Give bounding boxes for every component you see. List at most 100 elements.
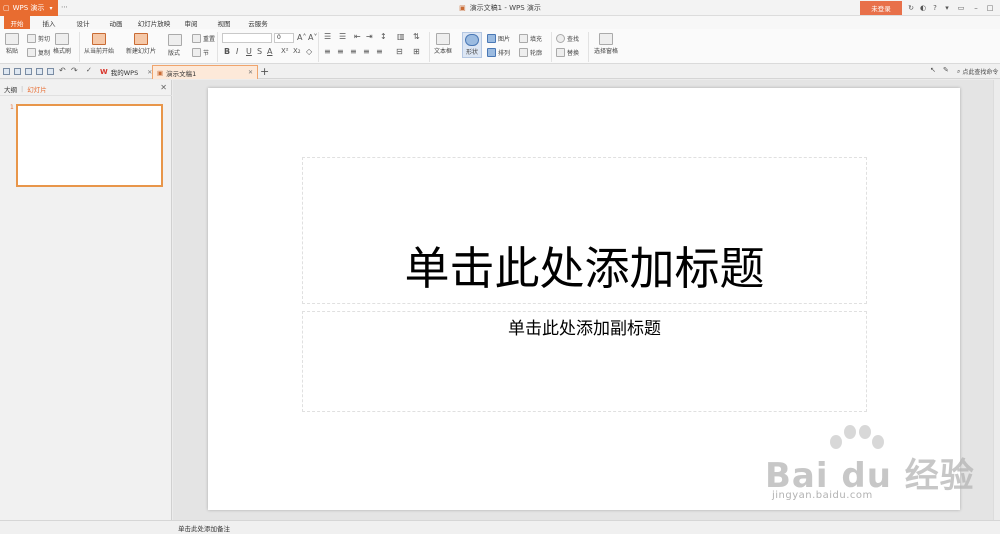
close-icon[interactable]: ✕ bbox=[248, 69, 253, 76]
tab-animation[interactable]: 动画 bbox=[103, 16, 129, 29]
clear-format-icon[interactable]: ◇ bbox=[306, 47, 312, 56]
outline-icon bbox=[519, 48, 528, 57]
tab-my-wps[interactable]: W 我的WPS ✕ bbox=[96, 65, 156, 79]
sync-icon[interactable]: ↻ bbox=[905, 0, 917, 16]
subscript-icon[interactable]: X₂ bbox=[293, 47, 301, 55]
dropdown-icon[interactable]: ▾ bbox=[941, 0, 953, 16]
superscript-icon[interactable]: X² bbox=[281, 47, 289, 55]
font-color-icon[interactable]: A bbox=[267, 47, 272, 56]
save-icon[interactable] bbox=[14, 68, 21, 75]
copy-icon bbox=[27, 48, 36, 57]
skin-icon[interactable]: ◐ bbox=[917, 0, 929, 16]
textbox-button[interactable]: 文本框 bbox=[434, 33, 452, 55]
pin-icon[interactable]: ✓ bbox=[86, 66, 92, 74]
command-search[interactable]: ⌕ 点此查找命令 bbox=[957, 67, 998, 77]
find-button[interactable]: 查找 bbox=[556, 34, 579, 43]
align-left-icon[interactable]: ≡ bbox=[324, 47, 331, 56]
distribute-icon[interactable]: ≡ bbox=[376, 47, 383, 56]
customize-icon[interactable]: ⋯ bbox=[61, 3, 68, 11]
maximize-icon[interactable]: □ bbox=[984, 0, 996, 16]
redo-icon[interactable]: ↷ bbox=[71, 66, 78, 75]
indent-decrease-icon[interactable]: ⇤ bbox=[354, 32, 361, 41]
font-family-select[interactable] bbox=[222, 33, 272, 43]
tab-my-wps-label: 我的WPS bbox=[110, 69, 139, 77]
undo-icon[interactable]: ↶ bbox=[59, 66, 66, 75]
increase-font-icon[interactable]: A˄ bbox=[297, 33, 306, 42]
tab-review[interactable]: 审阅 bbox=[178, 16, 204, 29]
italic-button[interactable]: I bbox=[236, 47, 238, 56]
decrease-font-icon[interactable]: A˅ bbox=[308, 33, 317, 42]
justify-icon[interactable]: ≡ bbox=[363, 47, 370, 56]
paste-button[interactable]: 粘贴 bbox=[5, 33, 19, 55]
tab-divider: | bbox=[21, 84, 24, 93]
new-tab-button[interactable]: + bbox=[260, 65, 269, 78]
picture-button[interactable]: 图片 bbox=[487, 34, 510, 43]
shape-button[interactable]: 形状 bbox=[462, 32, 482, 58]
from-current-button[interactable]: 从当前开始 bbox=[84, 33, 114, 55]
new-slide-button[interactable]: 新建幻灯片 bbox=[126, 33, 156, 55]
slide-canvas[interactable]: 单击此处添加标题 单击此处添加副标题 bbox=[208, 88, 960, 510]
tab-outline[interactable]: 大纲 bbox=[4, 84, 17, 94]
arrange-button[interactable]: 排列 bbox=[487, 48, 510, 57]
slide-thumbnail[interactable] bbox=[16, 104, 163, 187]
app-menu-button[interactable]: ▢ WPS 演示 ▾ bbox=[0, 0, 58, 16]
align-text-icon[interactable]: ⊟ bbox=[396, 47, 403, 56]
select-pane-button[interactable]: 选择窗格 bbox=[594, 33, 618, 55]
tab-view[interactable]: 视图 bbox=[211, 16, 237, 29]
align-right-icon[interactable]: ≡ bbox=[350, 47, 357, 56]
ribbon-toolbar: 粘贴 剪切 复制 格式刷 从当前开始 新建幻灯片 版式 重置 节 0 A˄ A˅… bbox=[0, 29, 1000, 64]
section-icon bbox=[192, 48, 201, 57]
close-icon[interactable]: ✕ bbox=[160, 83, 167, 92]
line-spacing-icon[interactable]: ↕ bbox=[380, 32, 387, 41]
format-painter-button[interactable]: 格式刷 bbox=[53, 33, 71, 55]
underline-button[interactable]: U bbox=[246, 47, 252, 56]
tab-cloud[interactable]: 云服务 bbox=[243, 16, 273, 29]
strikethrough-button[interactable]: S bbox=[257, 47, 262, 56]
title-placeholder[interactable]: 单击此处添加标题 bbox=[302, 157, 867, 304]
smartart-icon[interactable]: ⊞ bbox=[413, 47, 420, 56]
copy-button[interactable]: 复制 bbox=[27, 48, 50, 57]
login-button[interactable]: 未登录 bbox=[860, 1, 902, 15]
layout-icon-button[interactable] bbox=[168, 34, 182, 46]
reset-button[interactable]: 重置 bbox=[192, 34, 215, 43]
notes-placeholder[interactable]: 单击此处添加备注 bbox=[178, 523, 230, 533]
open-icon[interactable] bbox=[3, 68, 10, 75]
cut-button[interactable]: 剪切 bbox=[27, 34, 50, 43]
tab-slideshow[interactable]: 幻灯片放映 bbox=[134, 16, 174, 29]
cursor-icon[interactable]: ↖ bbox=[930, 66, 936, 74]
chevron-down-icon: ▾ bbox=[49, 4, 53, 12]
bold-button[interactable]: B bbox=[224, 47, 230, 56]
tab-insert[interactable]: 插入 bbox=[36, 16, 62, 29]
outline-button[interactable]: 轮廓 bbox=[519, 48, 542, 57]
settings-icon[interactable]: ✎ bbox=[943, 66, 949, 74]
outline-label: 轮廓 bbox=[530, 50, 543, 57]
restore-icon[interactable]: ▭ bbox=[955, 0, 967, 16]
textbox-label: 文本框 bbox=[434, 48, 453, 55]
columns-icon[interactable]: ▥ bbox=[397, 32, 405, 41]
tab-document[interactable]: ▣ 演示文稿1 ✕ bbox=[152, 65, 258, 79]
doc-icon: ▣ bbox=[459, 4, 466, 12]
section-button[interactable]: 节 bbox=[192, 48, 209, 57]
vertical-scrollbar[interactable] bbox=[993, 80, 1000, 520]
shape-icon bbox=[465, 34, 479, 46]
help-icon[interactable]: ? bbox=[929, 0, 941, 16]
indent-increase-icon[interactable]: ⇥ bbox=[366, 32, 373, 41]
layout-button[interactable]: 版式 bbox=[168, 48, 180, 57]
tab-home[interactable]: 开始 bbox=[4, 16, 30, 29]
font-size-select[interactable]: 0 bbox=[274, 33, 294, 43]
text-direction-icon[interactable]: ⇅ bbox=[413, 32, 420, 41]
align-center-icon[interactable]: ≡ bbox=[337, 47, 344, 56]
fill-button[interactable]: 填充 bbox=[519, 34, 542, 43]
print-icon[interactable] bbox=[36, 68, 43, 75]
app-name: WPS 演示 bbox=[12, 4, 45, 12]
tab-slides[interactable]: 幻灯片 bbox=[27, 84, 47, 94]
replace-button[interactable]: 替换 bbox=[556, 48, 579, 57]
subtitle-placeholder[interactable]: 单击此处添加副标题 bbox=[302, 311, 867, 412]
export-pdf-icon[interactable] bbox=[25, 68, 32, 75]
numbering-icon[interactable]: ☰ bbox=[339, 32, 346, 41]
preview-icon[interactable] bbox=[47, 68, 54, 75]
minimize-icon[interactable]: – bbox=[970, 0, 982, 16]
tab-design[interactable]: 设计 bbox=[70, 16, 96, 29]
bullets-icon[interactable]: ☰ bbox=[324, 32, 331, 41]
arrange-icon bbox=[487, 48, 496, 57]
